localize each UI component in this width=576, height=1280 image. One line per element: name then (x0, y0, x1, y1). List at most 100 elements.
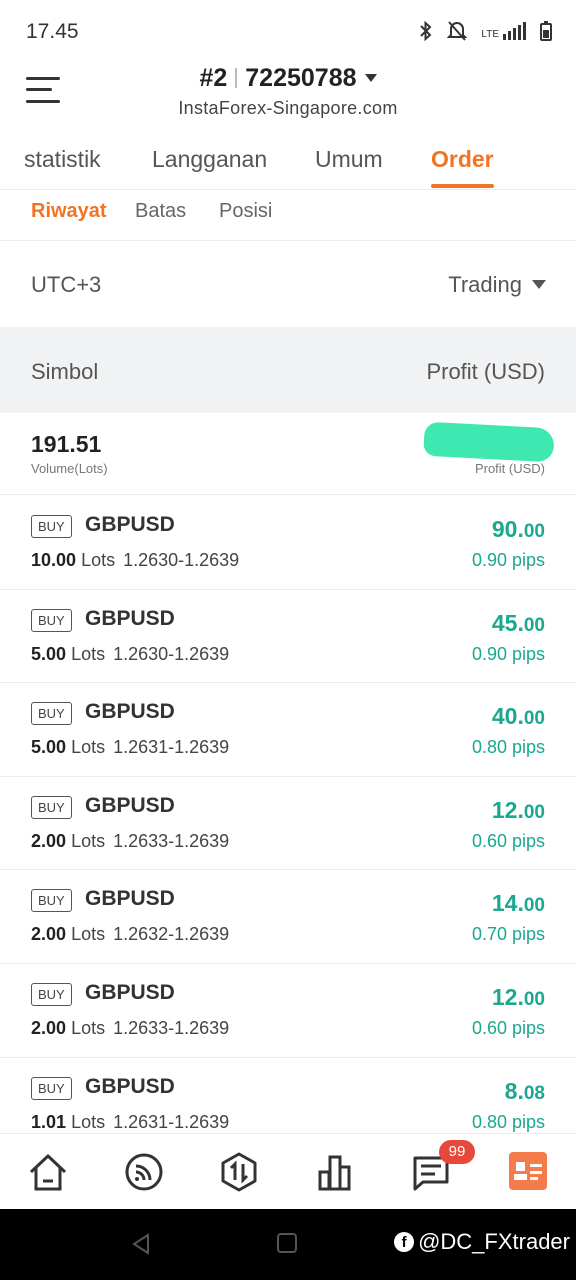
total-profit-label: Profit (USD) (474, 461, 545, 476)
account-header: #2 72250788 InstaForex-Singapore.com (0, 60, 576, 130)
trading-filter-dropdown[interactable]: Trading (448, 272, 546, 298)
order-details: 2.00 Lots 1.2632-1.2639 (31, 924, 229, 945)
chevron-down-icon (364, 74, 377, 82)
order-pips: 0.60 pips (471, 1017, 545, 1038)
order-details: 2.00 Lots 1.2633-1.2639 (31, 831, 229, 852)
order-profit: 8.08 (505, 1078, 545, 1105)
tab-umum[interactable]: Umum (315, 146, 383, 173)
status-bar: 17.45 LTE (0, 0, 576, 60)
order-price-range: 1.2630-1.2639 (113, 643, 230, 664)
account-separator (235, 68, 238, 88)
order-row[interactable]: BUY GBPUSD 2.00 Lots 1.2632-1.2639 14.00 0.70… (0, 870, 576, 964)
order-profit: 45.00 (492, 610, 545, 637)
order-history-list[interactable]: BUY GBPUSD 10.00 Lots 1.2630-1.2639 90.00 0.9… (0, 496, 576, 1133)
timezone-selector[interactable]: UTC+3 (31, 272, 101, 298)
account-selector[interactable]: #2 72250788 (0, 64, 576, 93)
order-profit-int: 14. (491, 890, 524, 917)
trade-icon[interactable] (217, 1150, 261, 1194)
order-pips: 0.70 pips (471, 924, 545, 945)
order-profit-int: 12. (491, 983, 524, 1010)
order-price-range: 1.2632-1.2639 (113, 924, 230, 945)
tab-statistik[interactable]: statistik (24, 146, 101, 173)
order-price-range: 1.2633-1.2639 (113, 1017, 230, 1038)
order-lots-unit: Lots (71, 1111, 106, 1132)
order-symbol: GBPUSD (85, 887, 175, 911)
order-lots-unit: Lots (71, 830, 106, 851)
order-row[interactable]: BUY GBPUSD 2.00 Lots 1.2633-1.2639 12.00 0.60… (0, 777, 576, 871)
bluetooth-icon (420, 20, 432, 42)
subtab-posisi[interactable]: Posisi (219, 200, 272, 223)
total-volume-label: Volume(Lots) (31, 461, 108, 476)
active-tab-indicator (431, 184, 494, 188)
redacted-total-profit (423, 421, 555, 463)
order-lots-unit: Lots (81, 550, 116, 570)
order-profit-int: 8. (504, 1077, 524, 1104)
back-icon[interactable] (130, 1233, 152, 1255)
order-profit-dec: 00 (523, 708, 545, 730)
order-details: 10.00 Lots 1.2630-1.2639 (31, 550, 239, 571)
order-profit-int: 40. (491, 703, 524, 730)
tab-langganan[interactable]: Langganan (152, 146, 267, 173)
side-badge: BUY (31, 608, 72, 632)
chart-icon[interactable] (313, 1150, 357, 1194)
watermark-text: @DC_FXtrader (418, 1229, 570, 1254)
home-icon[interactable] (26, 1150, 70, 1194)
filter-row: UTC+3 Trading (0, 242, 576, 326)
order-pips: 0.80 pips (471, 1111, 545, 1132)
side-badge: BUY (31, 702, 72, 726)
column-header: Simbol Profit (USD) (0, 327, 576, 413)
total-volume: 191.51 (31, 431, 102, 457)
order-profit: 12.00 (492, 797, 545, 824)
order-profit-int: 45. (491, 609, 524, 636)
account-number: 72250788 (245, 64, 357, 92)
status-time: 17.45 (26, 20, 79, 43)
order-price-range: 1.2630-1.2639 (123, 550, 240, 570)
market-feed-icon[interactable] (122, 1150, 166, 1194)
order-symbol: GBPUSD (85, 513, 175, 536)
order-row[interactable]: BUY GBPUSD 10.00 Lots 1.2630-1.2639 90.00 0.9… (0, 496, 576, 590)
order-lots-unit: Lots (71, 924, 106, 945)
bottom-navigation: 99 (0, 1133, 576, 1209)
order-profit: 14.00 (492, 890, 545, 917)
lte-signal-icon: LTE (481, 22, 526, 40)
subtab-riwayat[interactable]: Riwayat (31, 200, 107, 223)
order-pips: 0.80 pips (471, 737, 545, 758)
order-profit: 90.00 (492, 516, 545, 543)
account-prefix: #2 (199, 64, 228, 92)
order-row[interactable]: BUY GBPUSD 5.00 Lots 1.2631-1.2639 40.00 0.80… (0, 683, 576, 777)
order-symbol: GBPUSD (85, 793, 175, 817)
order-symbol: GBPUSD (85, 700, 175, 724)
order-row[interactable]: BUY GBPUSD 2.00 Lots 1.2633-1.2639 12.00 0.60… (0, 964, 576, 1058)
order-symbol: GBPUSD (85, 980, 175, 1004)
order-lots: 5.00 (31, 643, 67, 664)
tab-order[interactable]: Order (431, 146, 494, 188)
order-profit-int: 12. (491, 796, 524, 823)
column-profit: Profit (USD) (426, 359, 545, 384)
status-icons: LTE (419, 20, 552, 42)
order-profit: 12.00 (492, 984, 545, 1011)
side-badge: BUY (31, 982, 72, 1006)
order-symbol: GBPUSD (85, 1074, 175, 1098)
order-lots: 2.00 (31, 1017, 67, 1038)
subtab-batas[interactable]: Batas (135, 200, 186, 223)
order-row[interactable]: BUY GBPUSD 5.00 Lots 1.2630-1.2639 45.00 0.90… (0, 590, 576, 684)
order-lots: 2.00 (31, 830, 67, 851)
order-lots-unit: Lots (71, 737, 106, 758)
home-button-icon[interactable] (277, 1233, 297, 1253)
order-profit: 40.00 (492, 703, 545, 730)
profile-icon[interactable] (509, 1152, 547, 1190)
side-badge: BUY (31, 1076, 72, 1100)
bell-off-icon (447, 21, 468, 41)
order-price-range: 1.2631-1.2639 (113, 737, 230, 758)
watermark: f @DC_FXtrader (394, 1229, 570, 1255)
order-details: 2.00 Lots 1.2633-1.2639 (31, 1018, 229, 1039)
main-tabs: statistik Langganan Umum Order (0, 138, 576, 190)
sub-tabs: Riwayat Batas Posisi (0, 191, 576, 241)
side-badge: BUY (31, 889, 72, 913)
order-row[interactable]: BUY GBPUSD 1.01 Lots 1.2631-1.2639 8.08 0.80 … (0, 1058, 576, 1133)
server-name: InstaForex-Singapore.com (178, 98, 398, 118)
order-details: 5.00 Lots 1.2630-1.2639 (31, 644, 229, 665)
order-pips: 0.90 pips (471, 643, 545, 664)
order-profit-int: 90. (491, 516, 524, 542)
facebook-icon: f (394, 1232, 415, 1252)
